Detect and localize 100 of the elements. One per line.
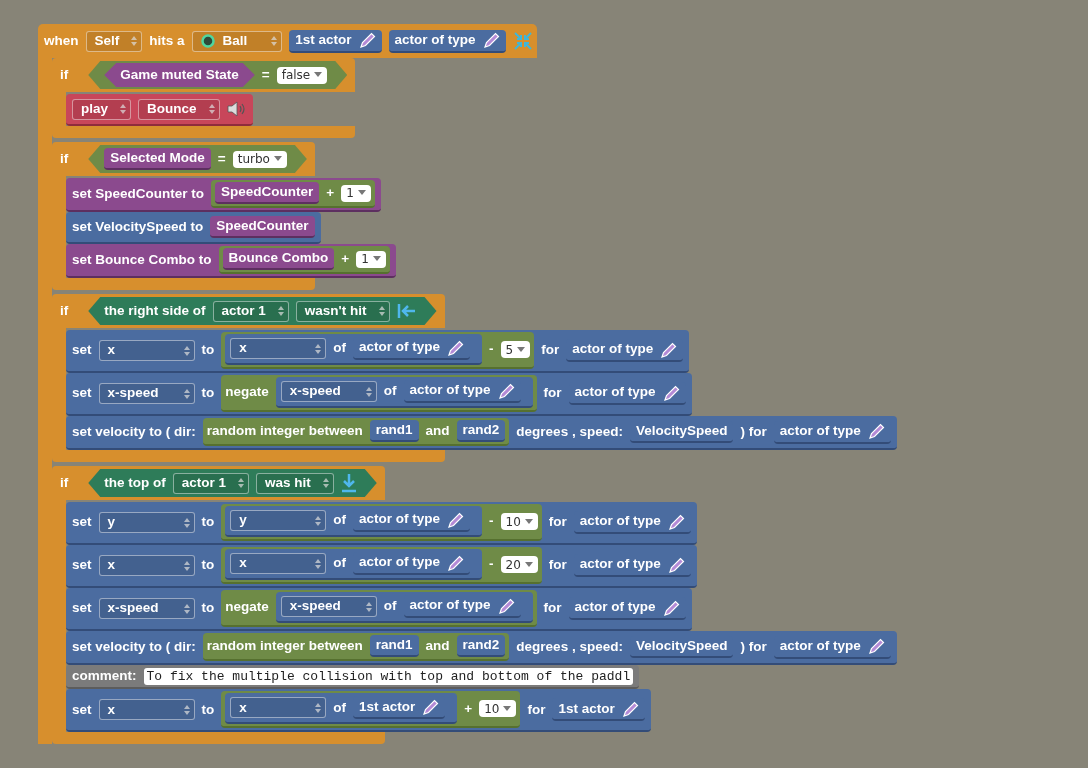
- variable-reporter[interactable]: rand1: [369, 635, 419, 657]
- math-block[interactable]: random integer between rand1 and rand2: [202, 418, 510, 446]
- actor-picker[interactable]: actor of type: [388, 29, 506, 53]
- math-block[interactable]: x of actor of type - 20: [221, 547, 542, 584]
- variable-reporter[interactable]: rand2: [456, 635, 506, 657]
- dropdown[interactable]: actor 1: [212, 300, 289, 322]
- updown-arrows-icon: [277, 305, 284, 317]
- dropdown[interactable]: x-speed: [98, 383, 195, 404]
- value-dropdown[interactable]: turbo: [232, 150, 287, 168]
- actor-getter-block[interactable]: x of actor of type: [225, 549, 483, 580]
- actor-picker[interactable]: actor of type: [773, 420, 891, 444]
- actor-block[interactable]: set velocity to ( dir: random integer between rand1 and rand2 degrees , speed: VelocitySpeed ) for actor of type: [66, 631, 897, 665]
- actor-getter-block[interactable]: x-speed of actor of type: [275, 592, 533, 623]
- dropdown[interactable]: Bounce: [138, 98, 220, 120]
- actor-picker[interactable]: actor of type: [568, 597, 686, 620]
- if-header[interactable]: if Game muted State = false: [52, 58, 356, 92]
- math-block[interactable]: y of actor of type - 10: [221, 504, 542, 541]
- block-label: for: [548, 556, 567, 575]
- comment-field[interactable]: To fix the multiple collision with top and bottom of the paddl: [143, 667, 634, 685]
- dropdown[interactable]: actor 1: [172, 472, 249, 494]
- actor-block[interactable]: set velocity to ( dir: random integer between rand1 and rand2 degrees , speed: VelocitySpeed ) for actor of type: [66, 416, 897, 450]
- dropdown[interactable]: x-speed: [280, 596, 377, 617]
- dropdown[interactable]: x-speed: [280, 381, 377, 402]
- actor-picker[interactable]: actor of type: [573, 511, 691, 534]
- math-block[interactable]: random integer between rand1 and rand2: [202, 633, 510, 661]
- actor-getter-block[interactable]: x-speed of actor of type: [275, 377, 533, 408]
- event-header[interactable]: when Self hits a Ball 1st actor actor of type: [38, 24, 537, 58]
- set-attribute-block[interactable]: set SpeedCounter to SpeedCounter + 1: [66, 178, 381, 212]
- value-dropdown[interactable]: 20: [500, 556, 538, 573]
- dropdown[interactable]: Self: [85, 30, 143, 52]
- actor-getter-block[interactable]: x of 1st actor: [225, 693, 458, 725]
- actor-getter-block[interactable]: x of actor of type: [225, 334, 483, 365]
- math-block[interactable]: Bounce Combo + 1: [218, 246, 390, 274]
- actor-picker[interactable]: 1st actor: [552, 698, 645, 722]
- set-attribute-block[interactable]: set VelocitySpeed to SpeedCounter: [66, 212, 321, 244]
- dropdown[interactable]: y: [98, 512, 195, 533]
- actor-block[interactable]: set x to x of actor of type - 20 for actor of type: [66, 545, 697, 588]
- attribute-reporter[interactable]: Game muted State: [104, 63, 255, 87]
- actor-block[interactable]: set y to y of actor of type - 10 for actor of type: [66, 502, 697, 545]
- condition-block[interactable]: the top of actor 1 was hit: [88, 469, 377, 497]
- math-block[interactable]: SpeedCounter + 1: [211, 180, 375, 208]
- dropdown[interactable]: y: [230, 510, 327, 531]
- speaker-icon[interactable]: [226, 101, 247, 117]
- value-dropdown[interactable]: 10: [479, 700, 517, 718]
- if-header[interactable]: if Selected Mode = turbo: [52, 142, 315, 176]
- dropdown[interactable]: x: [98, 555, 195, 576]
- pencil-icon: [668, 513, 685, 530]
- updown-arrows-icon: [183, 387, 190, 400]
- actor-picker[interactable]: actor of type: [353, 337, 471, 360]
- dropdown[interactable]: x: [98, 340, 195, 361]
- caret-icon: [503, 705, 512, 712]
- dropdown[interactable]: play: [72, 98, 131, 120]
- variable-reporter[interactable]: rand1: [369, 420, 419, 442]
- actor-block[interactable]: set x-speed to negate x-speed of actor of type for actor of type: [66, 373, 692, 416]
- updown-arrows-icon: [315, 514, 322, 527]
- actor-picker[interactable]: 1st actor: [289, 29, 382, 53]
- if-header[interactable]: if the right side of actor 1 wasn't hit: [52, 294, 445, 328]
- dropdown[interactable]: wasn't hit: [295, 300, 390, 322]
- variable-reporter[interactable]: rand2: [456, 420, 506, 442]
- math-block[interactable]: x of actor of type - 5: [221, 332, 535, 369]
- dropdown[interactable]: x: [98, 699, 195, 721]
- math-block[interactable]: x of 1st actor + 10: [221, 691, 521, 729]
- math-block[interactable]: negate x-speed of actor of type: [221, 590, 537, 627]
- dropdown[interactable]: was hit: [256, 472, 334, 494]
- dropdown[interactable]: x: [230, 697, 327, 719]
- actor-picker[interactable]: actor of type: [568, 382, 686, 405]
- attribute-reporter[interactable]: Selected Mode: [104, 148, 211, 170]
- actor-block[interactable]: set x-speed to negate x-speed of actor of type for actor of type: [66, 588, 692, 631]
- actor-block[interactable]: set x to x of 1st actor + 10 for 1st actor: [66, 689, 651, 733]
- value-dropdown[interactable]: false: [276, 66, 328, 84]
- value-dropdown[interactable]: 1: [341, 184, 371, 202]
- actor-picker[interactable]: actor of type: [403, 380, 521, 403]
- dropdown[interactable]: x-speed: [98, 598, 195, 619]
- actor-picker[interactable]: actor of type: [573, 554, 691, 577]
- actor-picker[interactable]: actor of type: [566, 339, 684, 362]
- condition-block[interactable]: the right side of actor 1 wasn't hit: [88, 297, 437, 325]
- actor-picker[interactable]: actor of type: [773, 635, 891, 659]
- dropdown[interactable]: Ball: [191, 30, 283, 52]
- math-block[interactable]: negate x-speed of actor of type: [221, 375, 537, 412]
- set-attribute-block[interactable]: set Bounce Combo to Bounce Combo + 1: [66, 244, 396, 278]
- attribute-reporter[interactable]: SpeedCounter: [215, 182, 320, 204]
- comment-block[interactable]: comment: To fix the multiple collision with top and bottom of the paddl: [66, 665, 640, 690]
- actor-picker[interactable]: actor of type: [403, 595, 521, 618]
- updown-arrows-icon: [120, 103, 126, 115]
- value-dropdown[interactable]: 10: [500, 513, 538, 530]
- actor-block[interactable]: set x to x of actor of type - 5 for actor of type: [66, 330, 690, 373]
- value-dropdown[interactable]: 5: [500, 341, 531, 358]
- play-sound-block[interactable]: play Bounce: [66, 94, 253, 126]
- attribute-reporter[interactable]: Bounce Combo: [222, 248, 335, 270]
- dropdown[interactable]: x: [230, 553, 327, 574]
- condition-block[interactable]: Selected Mode = turbo: [88, 145, 307, 173]
- actor-getter-block[interactable]: y of actor of type: [225, 506, 483, 537]
- attribute-reporter[interactable]: SpeedCounter: [210, 216, 315, 238]
- actor-picker[interactable]: actor of type: [353, 552, 471, 575]
- dropdown[interactable]: x: [230, 338, 327, 359]
- value-dropdown[interactable]: 1: [356, 250, 386, 268]
- if-header[interactable]: if the top of actor 1 was hit: [52, 466, 385, 500]
- actor-picker[interactable]: 1st actor: [353, 696, 446, 720]
- actor-picker[interactable]: actor of type: [353, 509, 471, 532]
- condition-block[interactable]: Game muted State = false: [88, 61, 348, 89]
